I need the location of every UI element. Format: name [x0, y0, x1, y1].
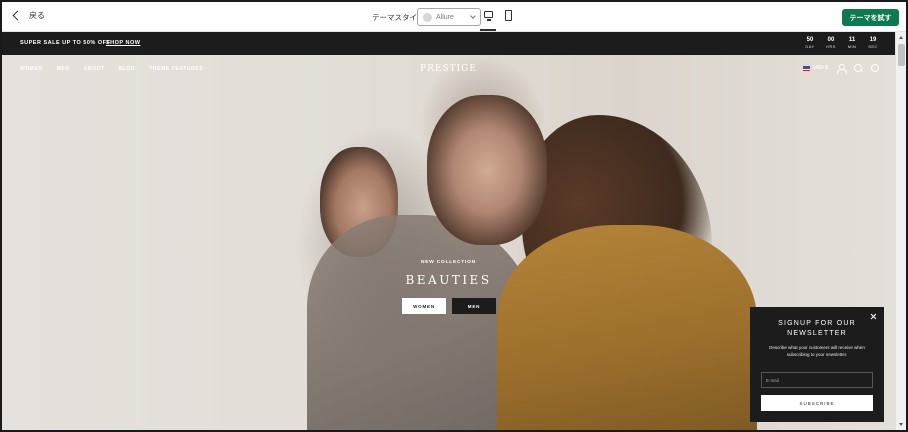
store-logo[interactable]: PRESTIGE — [2, 64, 895, 74]
newsletter-title: SIGNUP FOR OUR NEWSLETTER — [778, 320, 856, 337]
announcement-bar: SUPER SALE UP TO 50% OFF SHOP NOW 50 DAY… — [2, 32, 895, 55]
countdown-value: 00 — [827, 37, 835, 43]
hero-buttons: WOMEN MEN — [402, 298, 496, 314]
header-actions: USD $ — [803, 64, 879, 74]
scroll-thumb[interactable] — [898, 44, 905, 66]
countdown-unit: DAY — [805, 44, 815, 49]
scroll-down-arrow-icon[interactable] — [899, 423, 903, 426]
back-button[interactable]: 戻る — [12, 10, 45, 21]
scroll-up-arrow-icon[interactable] — [899, 36, 903, 39]
promo-text: SUPER SALE UP TO 50% OFF — [20, 40, 111, 46]
currency-selector[interactable]: USD $ — [803, 65, 828, 71]
us-flag-icon — [803, 65, 811, 71]
newsletter-popup: SIGNUP FOR OUR NEWSLETTER Describe what … — [750, 307, 884, 422]
style-swatch-icon — [423, 12, 432, 22]
subscribe-button[interactable]: SUBSCRIBE — [761, 395, 873, 411]
hero-headline: BEAUTIES — [405, 273, 492, 287]
close-icon[interactable] — [870, 313, 877, 320]
shop-women-button[interactable]: WOMEN — [402, 298, 446, 314]
cart-icon[interactable] — [871, 64, 879, 72]
chevron-down-icon — [470, 13, 476, 19]
vertical-scrollbar[interactable] — [895, 32, 906, 430]
shop-now-link[interactable]: SHOP NOW — [106, 40, 140, 46]
desktop-view-icon[interactable] — [484, 11, 493, 21]
countdown-value: 19 — [869, 37, 877, 43]
countdown-timer: 50 DAY 00 HRS 11 MIN 19 SEC — [804, 37, 879, 50]
theme-style-select[interactable]: Allure — [417, 8, 481, 26]
theme-style-value: Allure — [436, 13, 454, 21]
try-theme-button[interactable]: テーマを試す — [842, 9, 899, 26]
countdown-value: 11 — [848, 37, 856, 43]
account-icon[interactable] — [837, 64, 847, 74]
countdown-seconds: 19 SEC — [867, 37, 879, 50]
search-icon[interactable] — [854, 64, 862, 72]
email-field[interactable] — [761, 372, 873, 388]
countdown-value: 50 — [806, 37, 814, 43]
hero-image-cardigan — [497, 225, 757, 430]
countdown-minutes: 11 MIN — [846, 37, 858, 50]
browser-frame: 戻る テーマスタイル Allure テーマを試す SUPER SALE UP T… — [0, 0, 908, 432]
theme-editor-toolbar: 戻る テーマスタイル Allure テーマを試す — [2, 2, 906, 32]
chevron-left-icon — [12, 10, 23, 21]
countdown-unit: SEC — [868, 44, 878, 49]
countdown-unit: MIN — [847, 44, 857, 49]
countdown-hours: 00 HRS — [825, 37, 837, 50]
hero-image-model-right — [427, 95, 547, 245]
countdown-days: 50 DAY — [804, 37, 816, 50]
currency-label: USD $ — [813, 65, 828, 71]
mobile-view-icon[interactable] — [505, 10, 512, 21]
shop-men-button[interactable]: MEN — [452, 298, 496, 314]
newsletter-description: Describe what your customers will receiv… — [769, 345, 865, 357]
hero-kicker: NEW COLLECTION — [421, 260, 476, 265]
countdown-unit: HRS — [826, 44, 836, 49]
active-view-indicator — [480, 29, 496, 31]
store-preview: SUPER SALE UP TO 50% OFF SHOP NOW 50 DAY… — [2, 32, 895, 430]
back-label: 戻る — [29, 11, 45, 20]
